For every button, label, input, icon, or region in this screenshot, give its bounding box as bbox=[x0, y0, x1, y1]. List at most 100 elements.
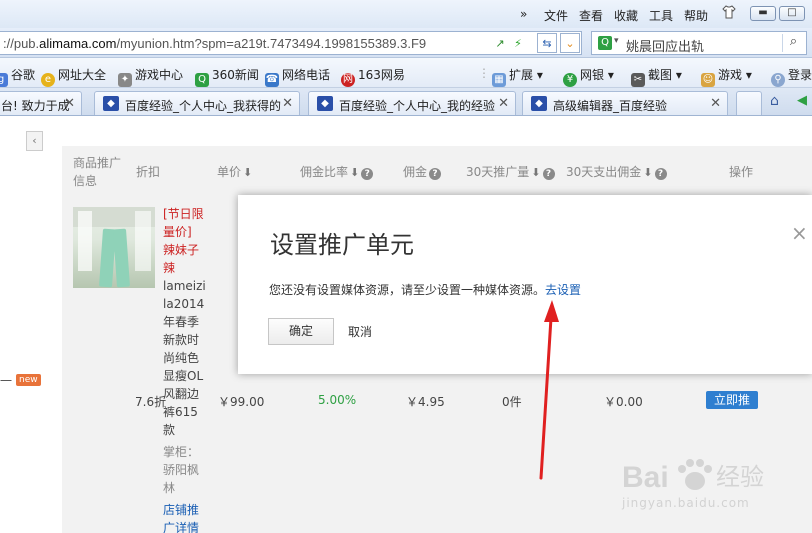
fav-site-directory[interactable]: e 网址大全 bbox=[41, 66, 106, 87]
help-icon[interactable]: ? bbox=[429, 168, 442, 180]
screenshot-icon: ✂ bbox=[631, 73, 645, 87]
back-arrow-icon[interactable]: ◀ bbox=[797, 93, 807, 108]
help-icon[interactable]: ? bbox=[542, 168, 555, 180]
tab-3[interactable]: ◆ 百度经验_个人中心_我的经验 ✕ bbox=[308, 91, 516, 115]
home-icon[interactable]: ⌂ bbox=[770, 93, 779, 109]
tab-2-close-icon[interactable]: ✕ bbox=[282, 96, 293, 111]
favorites-bar: g 谷歌 e 网址大全 ✦ 游戏中心 Q 360新闻 ☎ 网络电话 网 163网易 ⋮ ▦ 扩… bbox=[0, 58, 812, 88]
maximize-button[interactable]: □ bbox=[779, 6, 805, 21]
product-description: [节日限量价] 辣妹子辣 lameizila2014年春季新款时尚纯色显瘦OL风… bbox=[163, 205, 207, 533]
setup-promotion-dialog: 设置推广单元 × 您还没有设置媒体资源，请至少设置一种媒体资源。去设置 确定 取… bbox=[238, 195, 812, 374]
new-tab-button[interactable] bbox=[736, 91, 762, 115]
price-value: ￥99.00 bbox=[218, 395, 265, 409]
header-commission-rate[interactable]: 佣金比率 ⬇? bbox=[300, 163, 374, 180]
url-text[interactable]: ://pub.alimama.com/myunion.htm?spm=a219t… bbox=[3, 36, 487, 51]
spend-value: ￥0.00 bbox=[604, 395, 643, 409]
tab-1-close-icon[interactable]: ✕ bbox=[64, 96, 75, 111]
promote-now-button[interactable]: 立即推 bbox=[706, 391, 759, 409]
refresh-icon[interactable]: ⇆ bbox=[537, 33, 557, 53]
confirm-button[interactable]: 确定 bbox=[268, 318, 334, 345]
tab-3-label: 百度经验_个人中心_我的经验 bbox=[339, 99, 496, 113]
header-action: 操作 bbox=[729, 165, 754, 179]
address-bar[interactable]: ://pub.alimama.com/myunion.htm?spm=a219t… bbox=[0, 31, 582, 55]
search-input[interactable]: 姚晨回应出轨 bbox=[626, 36, 704, 55]
product-title[interactable]: lameizila2014年春季新款时尚纯色显瘦OL风翻边裤615款 bbox=[163, 277, 207, 439]
fav-163[interactable]: 网 163网易 bbox=[341, 66, 405, 87]
collapse-chevron-icon[interactable]: ‹ bbox=[26, 131, 43, 151]
promo-tag: [节日限量价] bbox=[163, 207, 204, 239]
svg-text:Bai: Bai bbox=[622, 461, 669, 494]
toolbar-grip-icon: ⋮ bbox=[478, 66, 490, 80]
google-icon: g bbox=[0, 73, 8, 87]
tab-3-close-icon[interactable]: ✕ bbox=[498, 96, 509, 111]
sort-arrow-icon: ⬇ bbox=[350, 166, 360, 179]
fav-screenshot[interactable]: ✂ 截图 ▾ bbox=[631, 66, 682, 87]
baidu-paw-icon: ◆ bbox=[103, 96, 119, 111]
cancel-button[interactable]: 取消 bbox=[348, 323, 372, 340]
more-chevron-icon[interactable]: » bbox=[520, 7, 527, 21]
menu-favorites[interactable]: 收藏 bbox=[614, 7, 638, 24]
tab-2[interactable]: ◆ 百度经验_个人中心_我获得的 ✕ bbox=[94, 91, 300, 115]
fav-web-phone[interactable]: ☎ 网络电话 bbox=[265, 66, 330, 87]
address-bar-row: ://pub.alimama.com/myunion.htm?spm=a219t… bbox=[0, 28, 812, 58]
dialog-title: 设置推广单元 bbox=[270, 231, 414, 259]
go-settings-link[interactable]: 去设置 bbox=[545, 283, 581, 297]
sort-arrow-icon: ⬇ bbox=[243, 166, 253, 179]
news-icon: Q bbox=[195, 73, 209, 87]
bank-icon: ¥ bbox=[563, 73, 577, 87]
product-image[interactable] bbox=[73, 207, 155, 288]
search-icon[interactable]: ⌕ bbox=[782, 34, 804, 52]
fav-login[interactable]: ⚲ 登录 bbox=[771, 66, 812, 87]
minimize-button[interactable]: ▬ bbox=[750, 6, 776, 21]
header-discount: 折扣 bbox=[136, 165, 161, 179]
baidu-paw-icon: ◆ bbox=[531, 96, 547, 111]
search-engine-icon[interactable]: Q bbox=[598, 36, 612, 50]
extensions-icon: ▦ bbox=[492, 73, 506, 87]
fav-google[interactable]: g 谷歌 bbox=[0, 66, 35, 87]
phone-icon: ☎ bbox=[265, 73, 279, 87]
watermark-url: jingyan.baidu.com bbox=[622, 496, 750, 510]
help-icon[interactable]: ? bbox=[654, 168, 667, 180]
sidebar-fragment: 一 bbox=[0, 374, 13, 388]
shop-detail-link[interactable]: 店铺推广详情 bbox=[163, 501, 207, 533]
lightning-icon[interactable]: ⚡ bbox=[511, 37, 525, 51]
dialog-message: 您还没有设置媒体资源，请至少设置一种媒体资源。去设置 bbox=[269, 281, 581, 298]
sort-arrow-icon: ⬇ bbox=[531, 166, 541, 179]
tab-2-label: 百度经验_个人中心_我获得的 bbox=[125, 99, 282, 113]
new-badge: new bbox=[16, 374, 41, 386]
commission-value: ￥4.95 bbox=[406, 395, 445, 409]
fav-extensions[interactable]: ▦ 扩展 ▾ bbox=[492, 66, 543, 87]
header-30day-volume[interactable]: 30天推广量 ⬇? bbox=[466, 163, 555, 180]
seller-label: 掌柜： bbox=[163, 445, 200, 459]
left-sidebar: ‹ 一 new bbox=[0, 117, 62, 533]
tab-4-close-icon[interactable]: ✕ bbox=[710, 96, 721, 111]
dialog-message-text: 您还没有设置媒体资源，请至少设置一种媒体资源。 bbox=[269, 283, 546, 297]
menu-file[interactable]: 文件 bbox=[544, 7, 568, 24]
engine-dropdown-icon[interactable]: ▾ bbox=[614, 36, 619, 46]
share-icon[interactable]: ↗ bbox=[493, 37, 507, 51]
header-price[interactable]: 单价 ⬇ bbox=[217, 163, 252, 180]
menu-help[interactable]: 帮助 bbox=[684, 7, 708, 24]
fav-game-center[interactable]: ✦ 游戏中心 bbox=[118, 66, 183, 87]
menu-view[interactable]: 查看 bbox=[579, 7, 603, 24]
close-icon[interactable]: × bbox=[791, 221, 808, 245]
menu-tools[interactable]: 工具 bbox=[649, 7, 673, 24]
sort-arrow-icon: ⬇ bbox=[643, 166, 653, 179]
svg-text:经验: 经验 bbox=[716, 463, 764, 491]
header-30day-spend[interactable]: 30天支出佣金 ⬇? bbox=[566, 163, 667, 180]
tab-4[interactable]: ◆ 高级编辑器_百度经验 ✕ bbox=[522, 91, 728, 115]
tab-1-label: 台! 致力于成 bbox=[1, 99, 70, 113]
tab-bar: 台! 致力于成 ✕ ◆ 百度经验_个人中心_我获得的 ✕ ◆ 百度经验_个人中心… bbox=[0, 88, 812, 116]
netease-icon: 网 bbox=[341, 73, 355, 87]
shop-tag[interactable]: 辣妹子辣 bbox=[163, 241, 207, 277]
fav-360-news[interactable]: Q 360新闻 bbox=[195, 66, 259, 87]
help-icon[interactable]: ? bbox=[361, 168, 374, 180]
shirt-icon[interactable] bbox=[722, 5, 736, 22]
header-product-info: 商品推广信息 bbox=[73, 156, 122, 188]
dropdown-chevron-icon[interactable]: ⌄ bbox=[560, 33, 580, 53]
fav-games[interactable]: ☺ 游戏 ▾ bbox=[701, 66, 752, 87]
fav-netbank[interactable]: ¥ 网银 ▾ bbox=[563, 66, 614, 87]
search-box[interactable]: Q ▾ 姚晨回应出轨 ⌕ bbox=[591, 31, 807, 55]
seller-name: 骄阳枫林 bbox=[163, 463, 200, 495]
tab-1[interactable]: 台! 致力于成 ✕ bbox=[0, 91, 82, 115]
